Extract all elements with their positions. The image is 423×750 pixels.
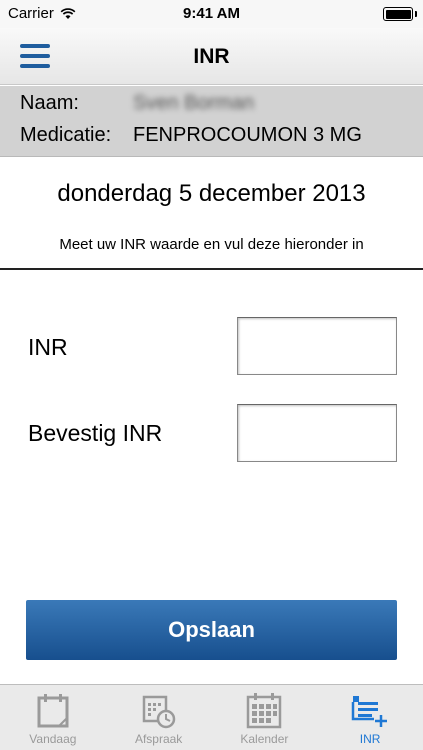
tab-label: Afspraak xyxy=(134,732,183,746)
confirm-inr-input[interactable] xyxy=(237,404,397,462)
instruction-text: Meet uw INR waarde en vul deze hieronder… xyxy=(59,236,364,253)
tab-vandaag[interactable]: Vandaag xyxy=(0,685,106,750)
add-measurement-icon xyxy=(351,696,388,727)
patient-info-panel: Naam: Sven Borman Medicatie: FENPROCOUMO… xyxy=(0,86,423,157)
calendar-grid-icon xyxy=(247,693,282,729)
page-title: INR xyxy=(193,45,230,68)
medication-row: Medicatie: FENPROCOUMON 3 MG xyxy=(20,124,362,147)
menu-button[interactable] xyxy=(20,44,50,68)
tab-inr[interactable]: INR xyxy=(317,685,423,750)
inr-input[interactable] xyxy=(237,317,397,375)
hamburger-icon-line xyxy=(20,54,50,58)
status-time: 9:41 AM xyxy=(183,5,240,22)
medication-label: Medicatie: xyxy=(20,124,112,146)
tab-label: Kalender xyxy=(240,732,289,746)
tab-afspraak[interactable]: Afspraak xyxy=(106,685,212,750)
appointment-clock-icon xyxy=(142,695,175,729)
tab-label: Vandaag xyxy=(29,732,77,746)
hamburger-icon-line xyxy=(20,64,50,68)
tab-label: INR xyxy=(359,732,381,746)
navigation-bar: INR xyxy=(0,28,423,85)
inr-label: INR xyxy=(28,334,68,360)
battery-icon xyxy=(383,7,417,21)
tab-bar: Vandaag Afspraak Kalender INR xyxy=(0,684,423,750)
save-button[interactable]: Opslaan xyxy=(26,600,397,660)
name-label: Naam: xyxy=(20,92,79,114)
name-value: Sven Borman xyxy=(133,92,255,114)
date-heading: donderdag 5 december 2013 xyxy=(57,180,366,207)
medication-value: FENPROCOUMON 3 MG xyxy=(133,124,362,146)
hamburger-icon-line xyxy=(20,44,50,48)
divider xyxy=(0,268,423,270)
tab-kalender[interactable]: Kalender xyxy=(212,685,318,750)
confirm-inr-label: Bevestig INR xyxy=(28,420,163,446)
calendar-today-icon xyxy=(37,694,69,728)
name-row: Naam: Sven Borman xyxy=(20,92,254,115)
status-bar: Carrier 9:41 AM xyxy=(0,0,423,28)
